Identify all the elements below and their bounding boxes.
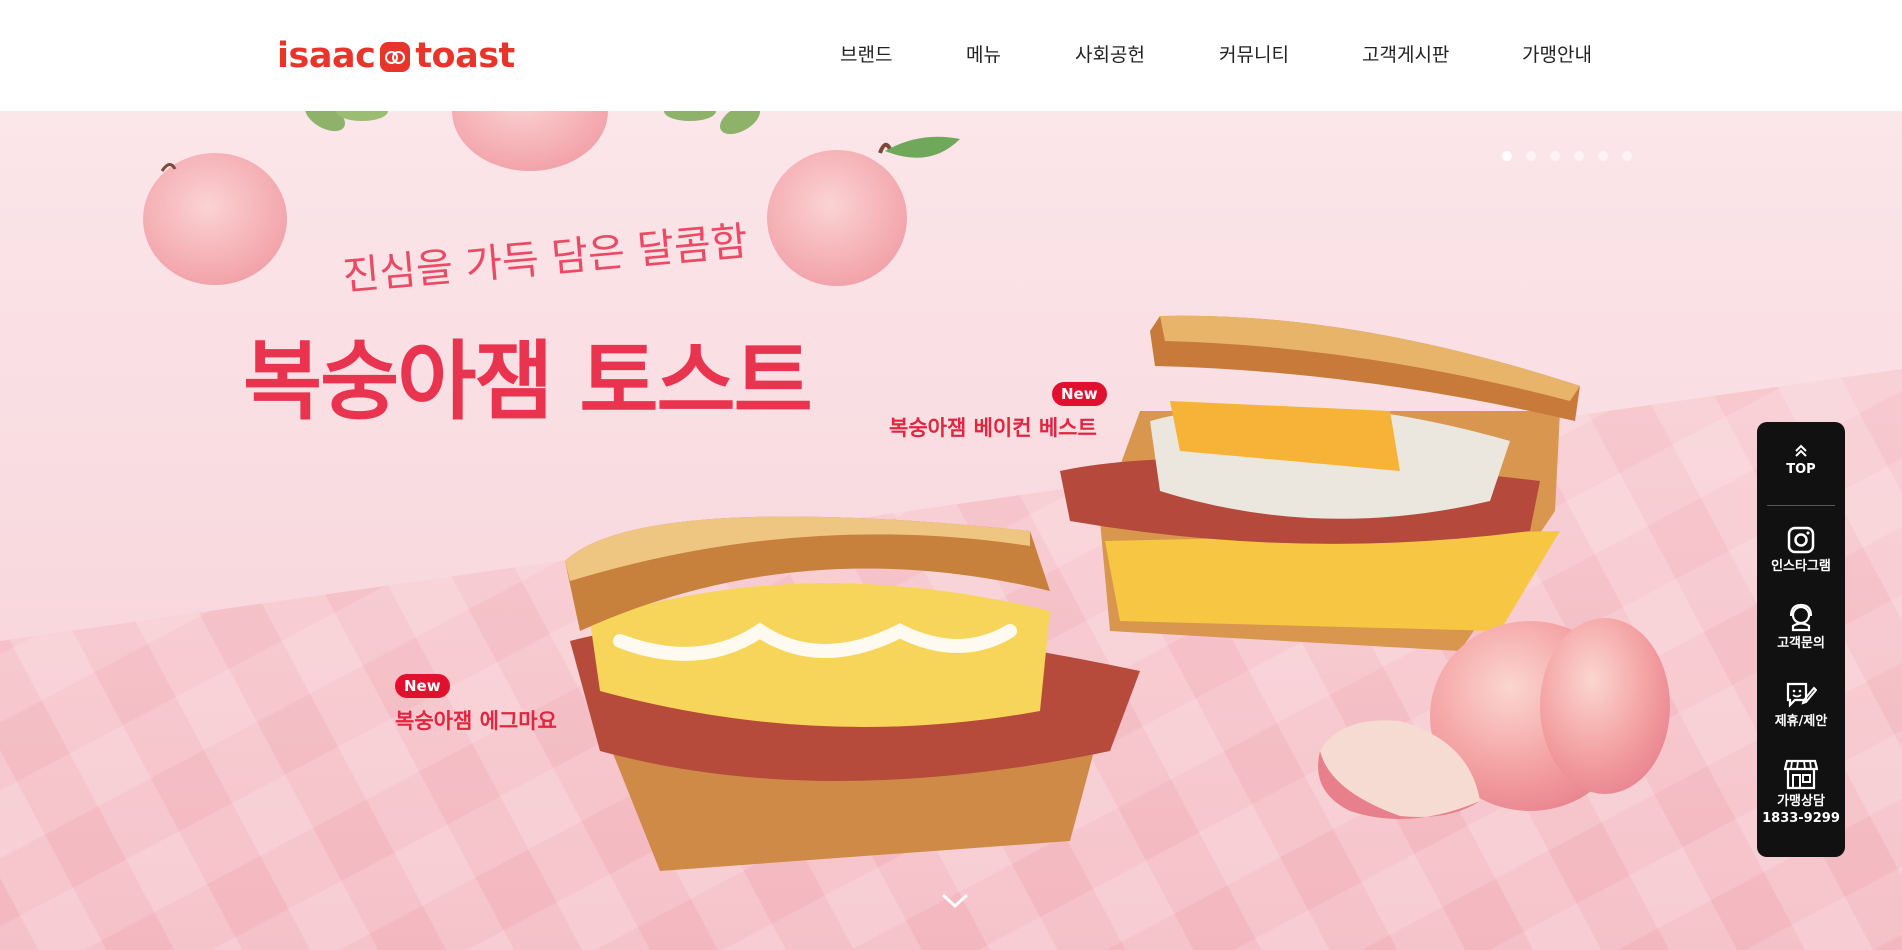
hero-illustration xyxy=(0,111,1902,950)
partnership-link[interactable]: 제휴/제안 xyxy=(1757,680,1845,730)
customer-inquiry-link[interactable]: 고객문의 xyxy=(1757,602,1845,652)
nav-item-community[interactable]: 커뮤니티 xyxy=(1219,40,1289,67)
top-label: TOP xyxy=(1786,462,1816,477)
nav-item-social-contribution[interactable]: 사회공헌 xyxy=(1075,40,1145,67)
product-label-bacon-best[interactable]: 복숭아잼 베이컨 베스트 xyxy=(889,412,1097,442)
hero-headline: 복숭아잼 토스트 xyxy=(243,332,813,432)
top-button[interactable]: TOP xyxy=(1757,444,1845,478)
franchise-phone: 1833-9299 xyxy=(1762,811,1840,826)
nav-item-menu[interactable]: 메뉴 xyxy=(966,40,1001,67)
slide-pagination xyxy=(1502,151,1632,161)
slide-dot[interactable] xyxy=(1526,151,1536,161)
new-badge: New xyxy=(395,674,450,698)
customer-inquiry-label: 고객문의 xyxy=(1777,636,1825,651)
chat-edit-icon xyxy=(1786,682,1817,708)
instagram-icon xyxy=(1787,526,1815,554)
partnership-label: 제휴/제안 xyxy=(1774,714,1828,729)
quick-menu-divider xyxy=(1767,505,1835,506)
slide-dot[interactable] xyxy=(1502,151,1512,161)
slide-dot[interactable] xyxy=(1550,151,1560,161)
slide-dot[interactable] xyxy=(1622,151,1632,161)
nav-item-brand[interactable]: 브랜드 xyxy=(840,40,892,67)
instagram-label: 인스타그램 xyxy=(1771,559,1831,574)
slide-dot[interactable] xyxy=(1574,151,1584,161)
site-header: isaac toast 브랜드 메뉴 사회공헌 커뮤니티 고객게시판 가맹안내 xyxy=(0,0,1902,111)
instagram-link[interactable]: 인스타그램 xyxy=(1757,525,1845,575)
main-nav: 브랜드 메뉴 사회공헌 커뮤니티 고객게시판 가맹안내 xyxy=(0,40,1902,70)
nav-item-customer-board[interactable]: 고객게시판 xyxy=(1362,40,1449,67)
franchise-consult-label: 가맹상담 xyxy=(1777,794,1825,809)
slide-dot[interactable] xyxy=(1598,151,1608,161)
product-label-egg-mayo[interactable]: 복숭아잼 에그마요 xyxy=(395,705,557,735)
quick-menu: TOP 인스타그램 고객문의 제휴/제안 가맹상담 1833-9299 xyxy=(1757,422,1845,857)
chevron-up-icon xyxy=(1795,444,1807,457)
bacon-best-sandwich-image xyxy=(1060,315,1580,651)
nav-item-franchise[interactable]: 가맹안내 xyxy=(1522,40,1592,67)
franchise-consult-link[interactable]: 가맹상담 1833-9299 xyxy=(1757,758,1845,827)
new-badge: New xyxy=(1052,382,1107,406)
store-icon xyxy=(1784,759,1818,790)
chevron-down-icon[interactable] xyxy=(940,891,970,911)
hero-banner: 진심을 가득 담은 달콤함 복숭아잼 토스트 New 복숭아잼 베이컨 베스트 … xyxy=(0,111,1902,950)
headset-icon xyxy=(1789,603,1813,632)
